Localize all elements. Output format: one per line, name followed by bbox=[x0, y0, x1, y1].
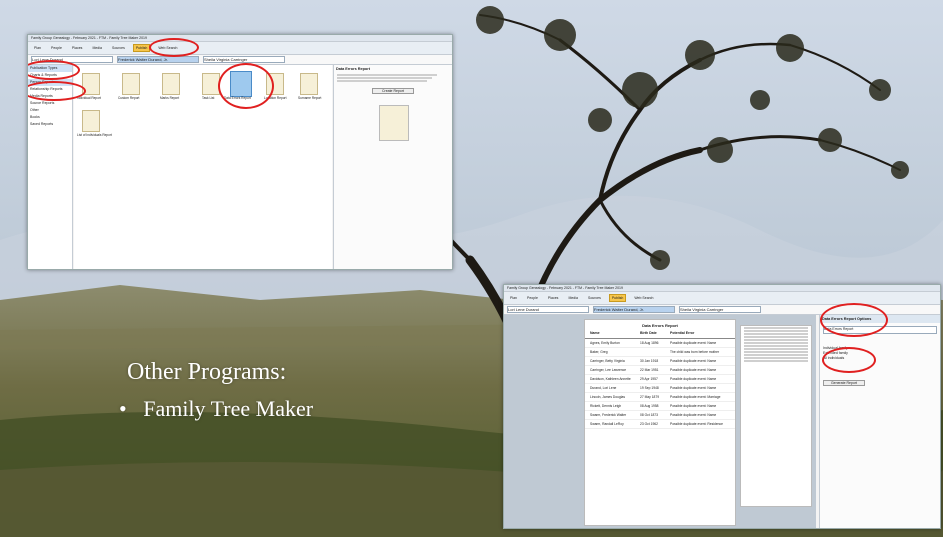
tab-people[interactable]: People bbox=[49, 45, 64, 51]
report-label: List of Individuals Report bbox=[77, 133, 112, 137]
highlight-circle bbox=[822, 347, 876, 373]
table-cell: Baker, Greg bbox=[590, 350, 608, 354]
tab-media[interactable]: Media bbox=[90, 45, 104, 51]
report-gallery: Individual Report Custom Report Marks Re… bbox=[74, 65, 332, 269]
report-options-pane: Data Errors Report Options Data Errors R… bbox=[819, 315, 940, 528]
main-toolbar: Plan People Places Media Sources Publish… bbox=[28, 42, 452, 55]
table-row: Lincoln, James Douglas 27 May 1879 Possibl… bbox=[585, 393, 735, 402]
highlight-circle bbox=[149, 38, 199, 57]
tab-publish[interactable]: Publish bbox=[132, 44, 151, 52]
table-row: Davidson, Kathleen Annette 29 Apr 1957 Pos… bbox=[585, 375, 735, 384]
report-thumb-marks[interactable] bbox=[162, 73, 180, 95]
tab-sources[interactable]: Sources bbox=[110, 45, 127, 51]
table-cell: Possible duplicate event: Name bbox=[670, 368, 717, 372]
table-cell: Possible duplicate event: Name bbox=[670, 413, 717, 417]
report-label: Task List bbox=[202, 96, 215, 100]
tab-media[interactable]: Media bbox=[566, 295, 580, 301]
bullet-marker: • bbox=[119, 396, 127, 421]
table-cell: Possible duplicate event: Name bbox=[670, 341, 717, 345]
options-list bbox=[740, 325, 812, 507]
tab-places[interactable]: Places bbox=[546, 295, 561, 301]
tab-plan[interactable]: Plan bbox=[508, 295, 519, 301]
slide-title: Other Programs: bbox=[127, 359, 287, 385]
report-thumb-surname[interactable] bbox=[300, 73, 318, 95]
table-row: Rickett, Dennis Leigh 08 Aug 1958 Possible… bbox=[585, 402, 735, 411]
sidebar-item-other[interactable]: Other bbox=[28, 107, 72, 114]
tab-publish[interactable]: Publish bbox=[608, 294, 627, 302]
table-cell: 08 Oct 1873 bbox=[640, 413, 658, 417]
window-title: Family Group Genealogy - February 2021 -… bbox=[28, 35, 452, 42]
window-title-2: Family Group Genealogy - February 2021 -… bbox=[504, 285, 940, 292]
table-cell: 18 Aug 1896 bbox=[640, 341, 659, 345]
table-cell: Durand, Lori Lene bbox=[590, 386, 617, 390]
report-preview-thumb bbox=[379, 105, 409, 141]
table-row: Durand, Lori Lene 19 Sep 1948 Possible dup… bbox=[585, 384, 735, 393]
table-cell: Swarm, Randall LeRoy bbox=[590, 422, 624, 426]
father-field[interactable]: Frederick Walter Durand, Jr. bbox=[593, 306, 675, 313]
tab-people[interactable]: People bbox=[525, 295, 540, 301]
table-row: Carringer, Betty Virginia 30 Jan 1918 Poss… bbox=[585, 357, 735, 366]
highlight-circle bbox=[218, 63, 274, 109]
tab-sources[interactable]: Sources bbox=[586, 295, 603, 301]
ftm-data-errors-screenshot: Family Group Genealogy - February 2021 -… bbox=[503, 284, 941, 529]
detail-title: Data Errors Report bbox=[336, 67, 370, 71]
generate-report-button[interactable]: Generate Report bbox=[823, 380, 865, 386]
table-cell: Possible duplicate event: Name bbox=[670, 386, 717, 390]
report-label: Custom Report bbox=[118, 96, 140, 100]
mother-field[interactable]: Sheila Virginia Carringer bbox=[679, 306, 761, 313]
report-page: Data Errors Report Name Birth Date Poten… bbox=[584, 319, 736, 526]
sidebar-item-saved-reports[interactable]: Saved Reports bbox=[28, 121, 72, 128]
sidebar-item-books[interactable]: Books bbox=[28, 114, 72, 121]
table-row: Swarm, Frederick Walter 08 Oct 1873 Possib… bbox=[585, 411, 735, 420]
report-label: Individual Report bbox=[77, 96, 101, 100]
table-cell: Possible duplicate event: Name bbox=[670, 359, 717, 363]
table-cell: The child was born before mother bbox=[670, 350, 720, 354]
table-row: Carringer, Lee Lawrence 22 Mar 1951 Possib… bbox=[585, 366, 735, 375]
father-field[interactable]: Frederick Walter Durand, Jr. bbox=[117, 56, 199, 63]
table-cell: 19 Sep 1948 bbox=[640, 386, 659, 390]
report-thumb-list-individuals[interactable] bbox=[82, 110, 100, 132]
table-cell: Possible duplicate event: Residence bbox=[670, 422, 723, 426]
highlight-circle bbox=[820, 303, 888, 337]
report-detail-pane: Data Errors Report Create Report bbox=[333, 65, 452, 269]
table-row: Baker, Greg The child was born before mot… bbox=[585, 348, 735, 357]
sidebar-item-source-reports[interactable]: Source Reports bbox=[28, 100, 72, 107]
table-cell: Rickett, Dennis Leigh bbox=[590, 404, 622, 408]
current-person-field[interactable]: Lori Lene Durand bbox=[507, 306, 589, 313]
bullet-text: Family Tree Maker bbox=[143, 396, 314, 421]
create-report-button[interactable]: Create Report bbox=[372, 88, 414, 94]
table-cell: Lincoln, James Douglas bbox=[590, 395, 626, 399]
tab-web-search[interactable]: Web Search bbox=[632, 295, 655, 301]
table-cell: Swarm, Frederick Walter bbox=[590, 413, 627, 417]
report-thumb-custom[interactable] bbox=[122, 73, 140, 95]
report-label: Marks Report bbox=[160, 96, 180, 100]
slide-bullet: • Family Tree Maker bbox=[119, 396, 313, 422]
table-cell: Carringer, Betty Virginia bbox=[590, 359, 625, 363]
table-cell: Possible duplicate event: Marriage bbox=[670, 395, 721, 399]
table-row: Swarm, Randall LeRoy 23 Oct 1962 Possible … bbox=[585, 420, 735, 429]
table-cell: Possible duplicate event: Name bbox=[670, 404, 717, 408]
table-cell: Possible duplicate event: Name bbox=[670, 377, 717, 381]
table-cell: 30 Jan 1918 bbox=[640, 359, 659, 363]
table-cell: Carringer, Lee Lawrence bbox=[590, 368, 627, 372]
table-cell: 27 May 1879 bbox=[640, 395, 660, 399]
table-cell: 08 Aug 1958 bbox=[640, 404, 659, 408]
table-cell: Davidson, Kathleen Annette bbox=[590, 377, 631, 381]
main-toolbar-2: Plan People Places Media Sources Publish… bbox=[504, 292, 940, 305]
tab-plan[interactable]: Plan bbox=[32, 45, 43, 51]
table-header: Name Birth Date Potential Error bbox=[585, 328, 735, 339]
table-cell bbox=[640, 350, 670, 354]
tab-places[interactable]: Places bbox=[70, 45, 85, 51]
table-row: Agnes, Emily Burton 18 Aug 1896 Possible d… bbox=[585, 339, 735, 348]
mother-field[interactable]: Sheila Virginia Carringer bbox=[203, 56, 285, 63]
table-cell: Agnes, Emily Burton bbox=[590, 341, 620, 345]
report-label: Surname Report bbox=[298, 96, 322, 100]
report-preview-area: Data Errors Report Name Birth Date Poten… bbox=[504, 315, 816, 528]
table-cell: 29 Apr 1957 bbox=[640, 377, 658, 381]
ftm-publish-screenshot: Family Group Genealogy - February 2021 -… bbox=[27, 34, 453, 270]
table-cell: 23 Oct 1962 bbox=[640, 422, 658, 426]
error-table: Agnes, Emily Burton 18 Aug 1896 Possible d… bbox=[585, 339, 735, 429]
table-cell: 22 Mar 1951 bbox=[640, 368, 659, 372]
